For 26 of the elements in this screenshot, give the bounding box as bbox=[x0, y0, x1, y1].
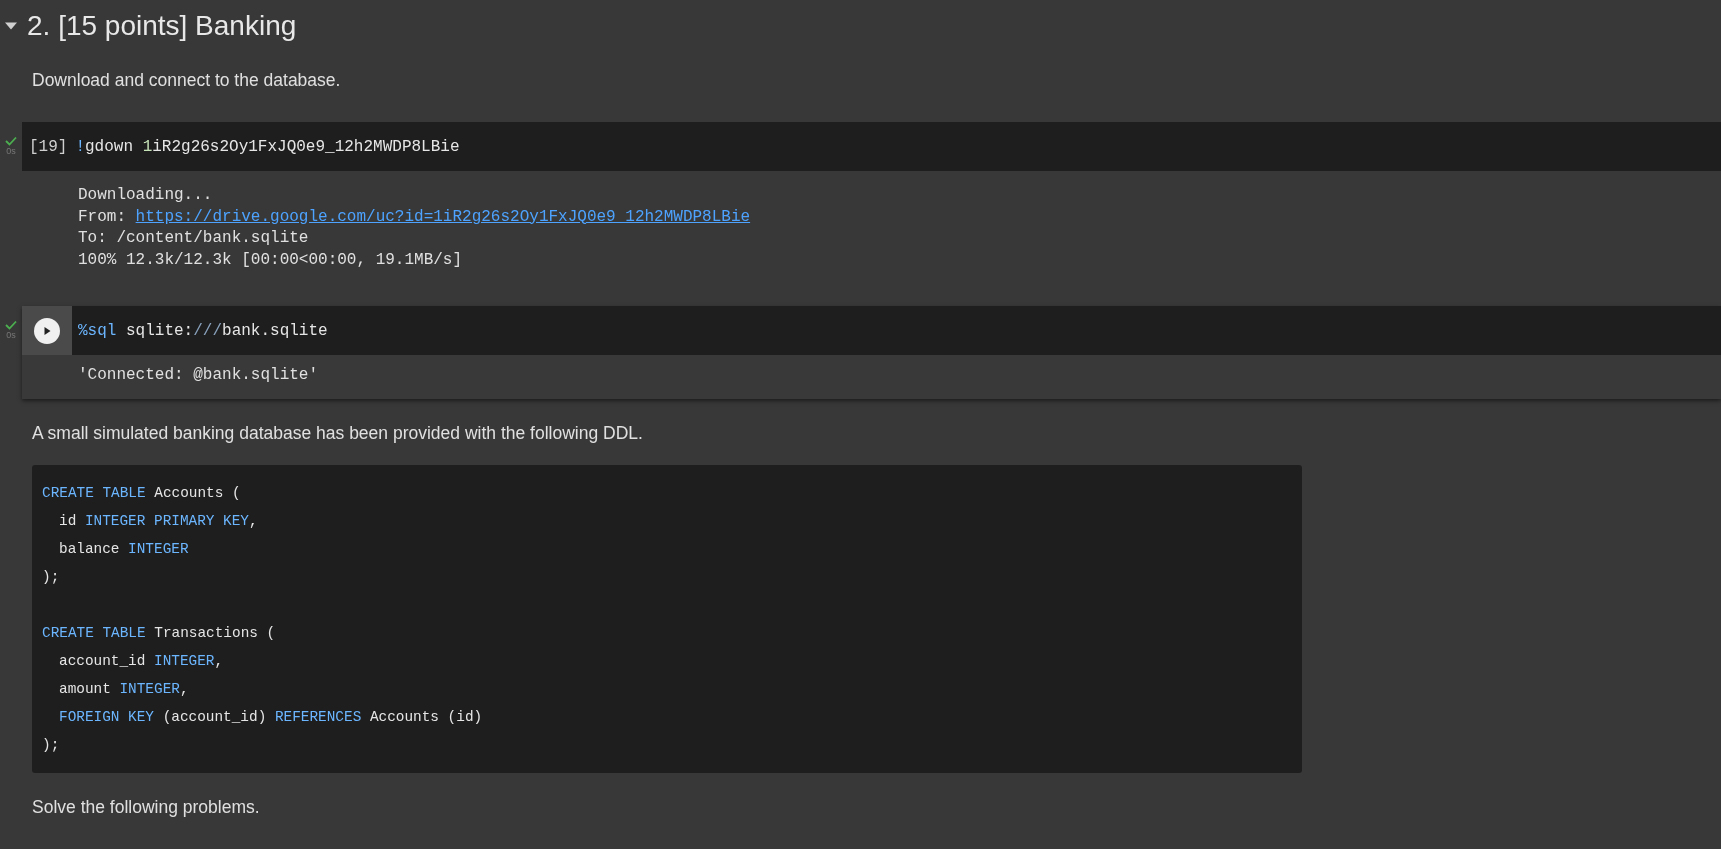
code-line: id INTEGER PRIMARY KEY, bbox=[59, 512, 258, 529]
output-text: 'Connected: @bank.sqlite' bbox=[78, 366, 319, 384]
output-text: To: /content/bank.sqlite bbox=[78, 229, 309, 247]
markdown-text: Download and connect to the database. bbox=[32, 69, 342, 92]
markdown-text: Solve the following problems. bbox=[32, 795, 261, 819]
code-line: CREATE TABLE Accounts ( bbox=[42, 484, 241, 501]
execution-count: [19] bbox=[29, 137, 68, 156]
markdown-text: A small simulated banking database has been provided with the following DDL. bbox=[32, 421, 644, 445]
output-link[interactable]: https://drive.google.com/uc?id=1iR2g26s2Oy1FxJQ0e9_12h2MWDP8LBie bbox=[135, 207, 751, 226]
output-text: Downloading... bbox=[78, 186, 213, 204]
section-heading: 2. [15 points] Banking bbox=[27, 10, 297, 42]
code-line: balance INTEGER bbox=[59, 540, 189, 557]
code-line: CREATE TABLE Transactions ( bbox=[42, 624, 276, 641]
collapse-caret-icon[interactable] bbox=[5, 22, 17, 30]
run-button[interactable] bbox=[34, 317, 60, 344]
code-line: ); bbox=[42, 568, 60, 585]
code-line: account_id INTEGER, bbox=[59, 652, 224, 669]
code-line: amount INTEGER, bbox=[59, 680, 189, 697]
code-line[interactable]: !gdown 1iR2g26s2Oy1FxJQ0e9_12h2MWDP8LBie bbox=[75, 137, 460, 156]
output-text: 100% 12.3k/12.3k [00:00<00:00, 19.1MB/s] bbox=[78, 250, 463, 269]
code-line: FOREIGN KEY (account_id) REFERENCES Accounts (id) bbox=[59, 708, 483, 725]
output-text: From: bbox=[78, 207, 127, 226]
code-line: ); bbox=[42, 736, 60, 753]
play-icon bbox=[42, 325, 52, 336]
code-line[interactable]: %sql sqlite:///bank.sqlite bbox=[78, 321, 328, 340]
code-cell[interactable]: [19] !gdown 1iR2g26s2Oy1FxJQ0e9_12h2MWDP8LBie Downloading... From: https://drive.google.com/uc?id=1iR2g26s2Oy1FxJQ0e9_12h2MWDP8LBie To: /content/bank.sqlite 100% 12.3k/12.3k [00:00<00:00, 19.1MB/s] bbox=[22, 122, 1721, 289]
